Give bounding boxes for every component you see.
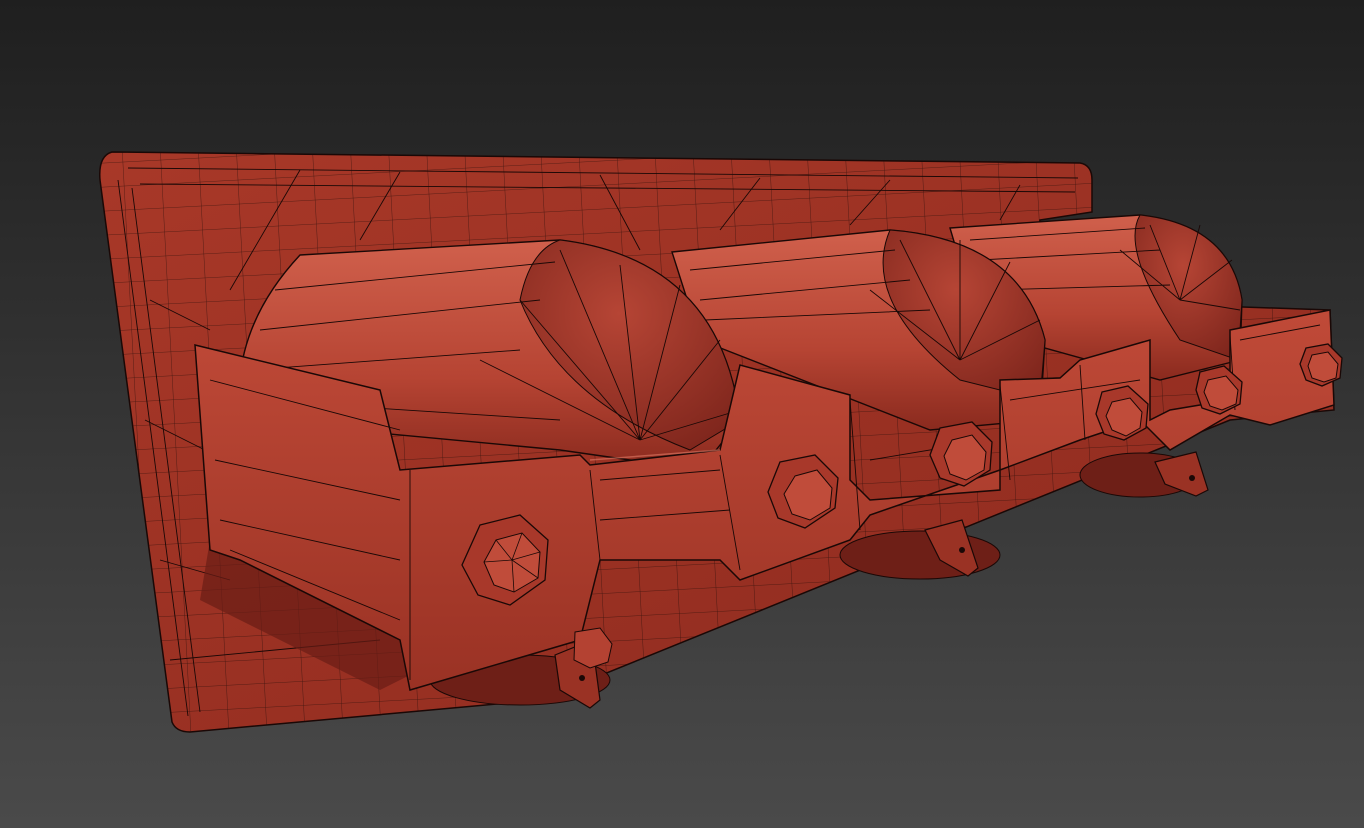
3d-viewport[interactable]	[0, 0, 1364, 828]
render-canvas	[0, 0, 1364, 828]
